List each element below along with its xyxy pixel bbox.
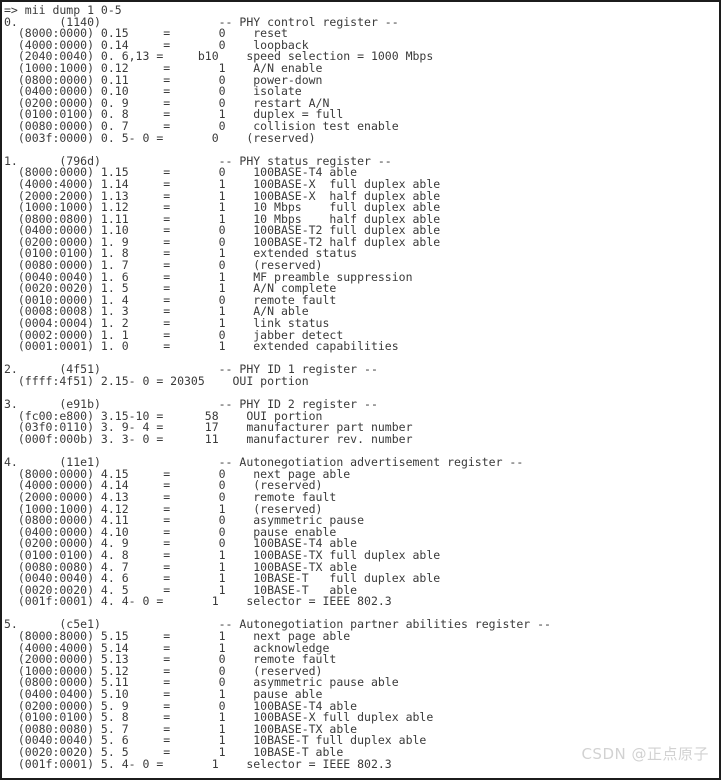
- terminal-line: (003f:0000) 0. 5- 0 = 0 (reserved): [4, 130, 316, 145]
- terminal-line: (0001:0001) 1. 0 = 1 extended capabiliti…: [4, 339, 399, 354]
- terminal-window: => mii dump 1 0-5 0. (1140) -- PHY contro…: [0, 0, 721, 780]
- terminal-line: (001f:0001) 4. 4- 0 = 1 selector = IEEE …: [4, 594, 392, 609]
- terminal-line: (ffff:4f51) 2.15- 0 = 20305 OUI portion: [4, 374, 309, 388]
- csdn-watermark: CSDN @正点原子: [581, 745, 709, 763]
- terminal-line: (000f:000b) 3. 3- 0 = 11 manufacturer re…: [4, 431, 413, 446]
- terminal-console-output[interactable]: => mii dump 1 0-5 0. (1140) -- PHY contro…: [2, 2, 719, 778]
